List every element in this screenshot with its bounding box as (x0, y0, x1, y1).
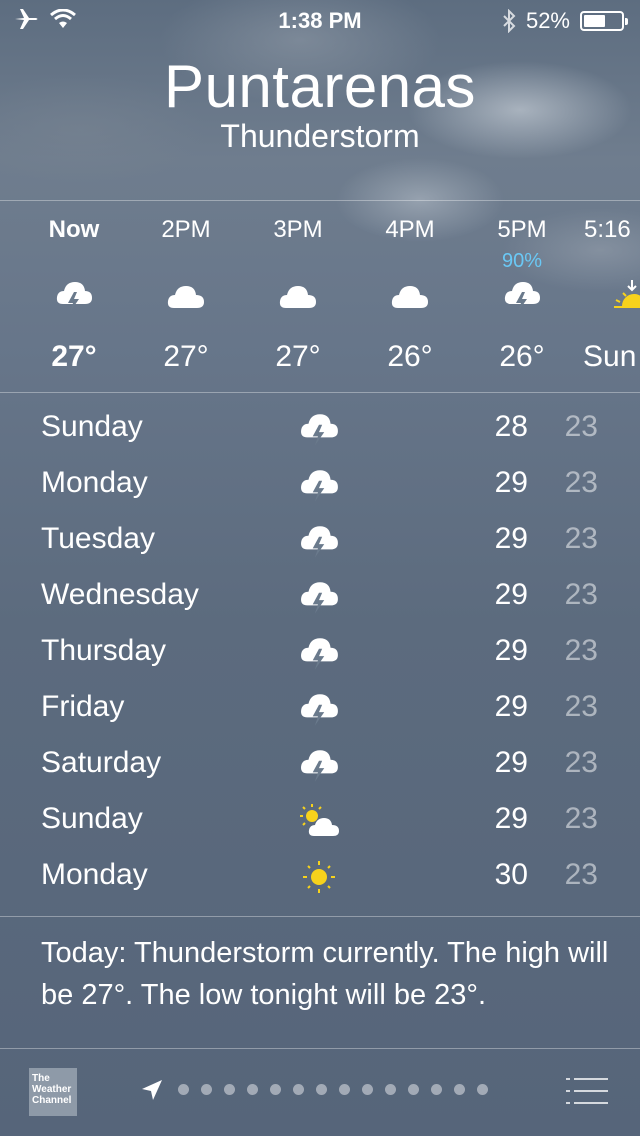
hour-temp: 27° (51, 340, 97, 373)
day-name: Sunday (41, 802, 143, 835)
thunderstorm-icon (301, 470, 338, 502)
day-name: Monday (41, 858, 148, 891)
thunderstorm-icon (301, 526, 338, 558)
page-dot (316, 1084, 327, 1095)
daily-row: Sunday 29 23 (0, 792, 640, 848)
hour-label: Now (48, 216, 100, 243)
page-dot (178, 1084, 189, 1095)
day-high: 29 (494, 634, 528, 667)
divider-hourly (0, 392, 640, 393)
weather-channel-logo[interactable]: The Weather Channel (29, 1068, 77, 1116)
hour-temp: 27° (163, 340, 209, 373)
thunderstorm-icon (56, 282, 92, 312)
daily-row: Friday 29 23 (0, 680, 640, 736)
page-dot (247, 1084, 258, 1095)
day-low: 23 (564, 802, 598, 835)
daily-row: Tuesday 29 23 (0, 512, 640, 568)
status-bar: 1:38 PM 52% (0, 0, 640, 40)
hour-label: 2PM (161, 216, 211, 243)
day-high: 30 (494, 858, 528, 891)
day-name: Tuesday (41, 522, 155, 555)
day-low: 23 (564, 522, 598, 555)
day-name: Sunday (41, 410, 143, 443)
day-low: 23 (564, 410, 598, 443)
daily-forecast[interactable]: Sunday 28 23 Monday 29 23 Tuesday 29 23 … (0, 400, 640, 904)
day-name: Wednesday (41, 578, 199, 611)
thunderstorm-icon (301, 582, 338, 614)
bottom-bar: The Weather Channel (0, 1048, 640, 1136)
page-dot (454, 1084, 465, 1095)
hour-label: 5PM (497, 216, 547, 243)
hour-precip: 90% (501, 250, 543, 272)
day-low: 23 (564, 746, 598, 779)
day-high: 28 (494, 410, 528, 443)
page-dot (339, 1084, 350, 1095)
cloud-icon (391, 286, 428, 308)
page-dot (385, 1084, 396, 1095)
day-high: 29 (494, 522, 528, 555)
cloud-icon (279, 286, 316, 308)
daily-row: Thursday 29 23 (0, 624, 640, 680)
page-dot (201, 1084, 212, 1095)
cloud-icon (167, 286, 204, 308)
city-list-icon[interactable] (566, 1076, 608, 1106)
thunderstorm-icon (301, 694, 338, 726)
sun-icon (303, 861, 335, 893)
daily-row: Saturday 29 23 (0, 736, 640, 792)
hour-temp: 27° (275, 340, 321, 373)
hourly-forecast[interactable]: Now 27° 2PM 27° 3PM 27° 4PM 26° 5PM 90% … (0, 202, 640, 392)
page-dot (477, 1084, 488, 1095)
page-dot (431, 1084, 442, 1095)
hour-label: 5:16 (584, 216, 631, 243)
daily-row: Monday 30 23 (0, 848, 640, 904)
bluetooth-icon (503, 9, 516, 33)
day-name: Monday (41, 466, 148, 499)
thunderstorm-icon (301, 638, 338, 670)
hour-temp: 26° (387, 340, 433, 373)
hour-label: 3PM (273, 216, 323, 243)
day-low: 23 (564, 578, 598, 611)
divider-summary (0, 916, 640, 917)
thunderstorm-icon (301, 750, 338, 782)
day-low: 23 (564, 634, 598, 667)
divider-top (0, 200, 640, 201)
hour-temp: 26° (499, 340, 545, 373)
page-dot (270, 1084, 281, 1095)
page-dot (408, 1084, 419, 1095)
hour-label: 4PM (385, 216, 435, 243)
partly-sunny-icon (300, 804, 339, 836)
city-name: Puntarenas (164, 53, 476, 120)
day-low: 23 (564, 466, 598, 499)
day-name: Friday (41, 690, 125, 723)
sunset-icon (614, 280, 640, 308)
hour-temp: Sun (583, 340, 637, 373)
page-dot (224, 1084, 235, 1095)
current-condition: Thunderstorm (220, 118, 420, 154)
thunderstorm-icon (301, 414, 338, 446)
today-summary: Today: Thunderstorm currently. The high … (41, 937, 609, 1011)
day-high: 29 (494, 578, 528, 611)
thunderstorm-icon (504, 282, 540, 312)
day-name: Saturday (41, 746, 162, 779)
day-high: 29 (494, 802, 528, 835)
daily-row: Monday 29 23 (0, 456, 640, 512)
daily-row: Sunday 28 23 (0, 400, 640, 456)
status-right: 52% (502, 8, 628, 34)
location-arrow-icon[interactable] (140, 1078, 164, 1102)
page-dot (293, 1084, 304, 1095)
day-high: 29 (494, 746, 528, 779)
day-low: 23 (564, 690, 598, 723)
day-high: 29 (494, 466, 528, 499)
page-indicator[interactable] (178, 1084, 488, 1095)
battery-percent: 52% (525, 8, 570, 33)
daily-row: Wednesday 29 23 (0, 568, 640, 624)
day-high: 29 (494, 690, 528, 723)
day-name: Thursday (41, 634, 167, 667)
day-low: 23 (564, 858, 598, 891)
battery-icon (580, 11, 628, 31)
page-dot (362, 1084, 373, 1095)
